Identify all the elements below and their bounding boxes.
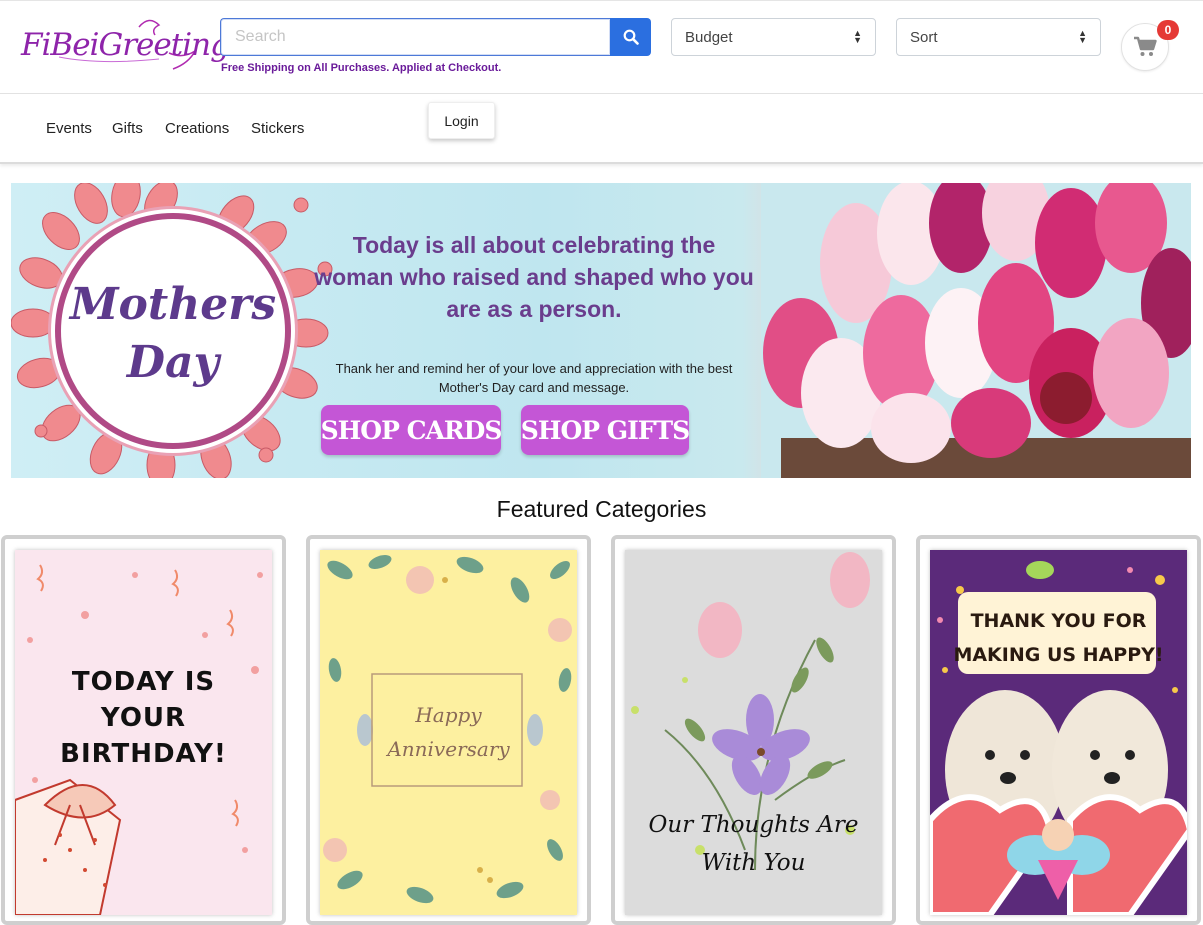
- site-header: FiBeiGreetings Free Shipping on All Purc…: [0, 0, 1203, 94]
- featured-categories-title: Featured Categories: [496, 496, 707, 522]
- select-arrows-icon: ▲ ▼: [853, 28, 862, 45]
- main-nav: Events Gifts Creations Stickers Login: [0, 94, 1203, 164]
- card-text-line: Anniversary: [387, 737, 510, 761]
- tulips-image: [761, 183, 1191, 478]
- thank-you-card-image: THANK YOU FOR MAKING US HAPPY!: [930, 550, 1187, 915]
- card-text-line: Happy: [415, 703, 482, 727]
- card-text-line: TODAY IS: [71, 667, 216, 697]
- sort-select-value: Sort: [910, 28, 938, 46]
- search-input[interactable]: [220, 18, 610, 56]
- card-text-line: YOUR: [100, 703, 187, 733]
- sympathy-card-image: Our Thoughts Are With You: [625, 550, 882, 915]
- sort-select[interactable]: Sort ▲ ▼: [896, 18, 1101, 56]
- card-text-line: BIRTHDAY!: [60, 739, 227, 769]
- seal-title-line2: Day: [126, 337, 220, 388]
- shop-gifts-button[interactable]: SHOP GIFTS: [521, 405, 690, 455]
- mothers-day-banner[interactable]: Mothers Day Today is all about celebrati…: [11, 183, 1191, 478]
- shipping-note: Free Shipping on All Purchases. Applied …: [221, 62, 502, 74]
- banner-headline: Today is all about celebrating the woman…: [314, 232, 754, 322]
- search-icon: [623, 29, 639, 45]
- site-logo[interactable]: FiBeiGreetings: [19, 13, 245, 75]
- card-text-line: MAKING US HAPPY!: [953, 644, 1164, 666]
- login-button[interactable]: Login: [428, 102, 495, 139]
- birthday-card-image: TODAY IS YOUR BIRTHDAY!: [15, 550, 272, 915]
- cart-icon: [1134, 36, 1157, 56]
- card-text-line: With You: [701, 850, 806, 876]
- cart-count-badge: 0: [1157, 20, 1179, 40]
- category-card-sympathy[interactable]: Our Thoughts Are With You: [611, 535, 896, 925]
- nav-item-stickers[interactable]: Stickers: [251, 120, 304, 137]
- anniversary-card-image: Happy Anniversary: [320, 550, 577, 915]
- nav-item-gifts[interactable]: Gifts: [112, 120, 143, 137]
- search-bar: [220, 18, 651, 56]
- category-card-anniversary[interactable]: Happy Anniversary: [306, 535, 591, 925]
- search-button[interactable]: [610, 18, 651, 56]
- select-arrows-icon: ▲ ▼: [1078, 28, 1087, 45]
- category-card-thank-you[interactable]: THANK YOU FOR MAKING US HAPPY!: [916, 535, 1201, 925]
- nav-item-events[interactable]: Events: [46, 120, 92, 137]
- banner-subtext: Thank her and remind her of your love an…: [335, 361, 733, 395]
- mothers-day-seal: Mothers Day: [55, 213, 291, 449]
- card-text-line: THANK YOU FOR: [970, 610, 1147, 632]
- seal-title-line1: Mothers: [69, 279, 277, 330]
- logo-text: FiBeiGreetings: [21, 27, 245, 63]
- budget-select-value: Budget: [685, 28, 733, 46]
- nav-item-creations[interactable]: Creations: [165, 120, 229, 137]
- shop-cards-button[interactable]: SHOP CARDS: [321, 405, 502, 455]
- card-text-line: Our Thoughts Are: [648, 812, 859, 838]
- category-card-birthday[interactable]: TODAY IS YOUR BIRTHDAY!: [1, 535, 286, 925]
- budget-select[interactable]: Budget ▲ ▼: [671, 18, 876, 56]
